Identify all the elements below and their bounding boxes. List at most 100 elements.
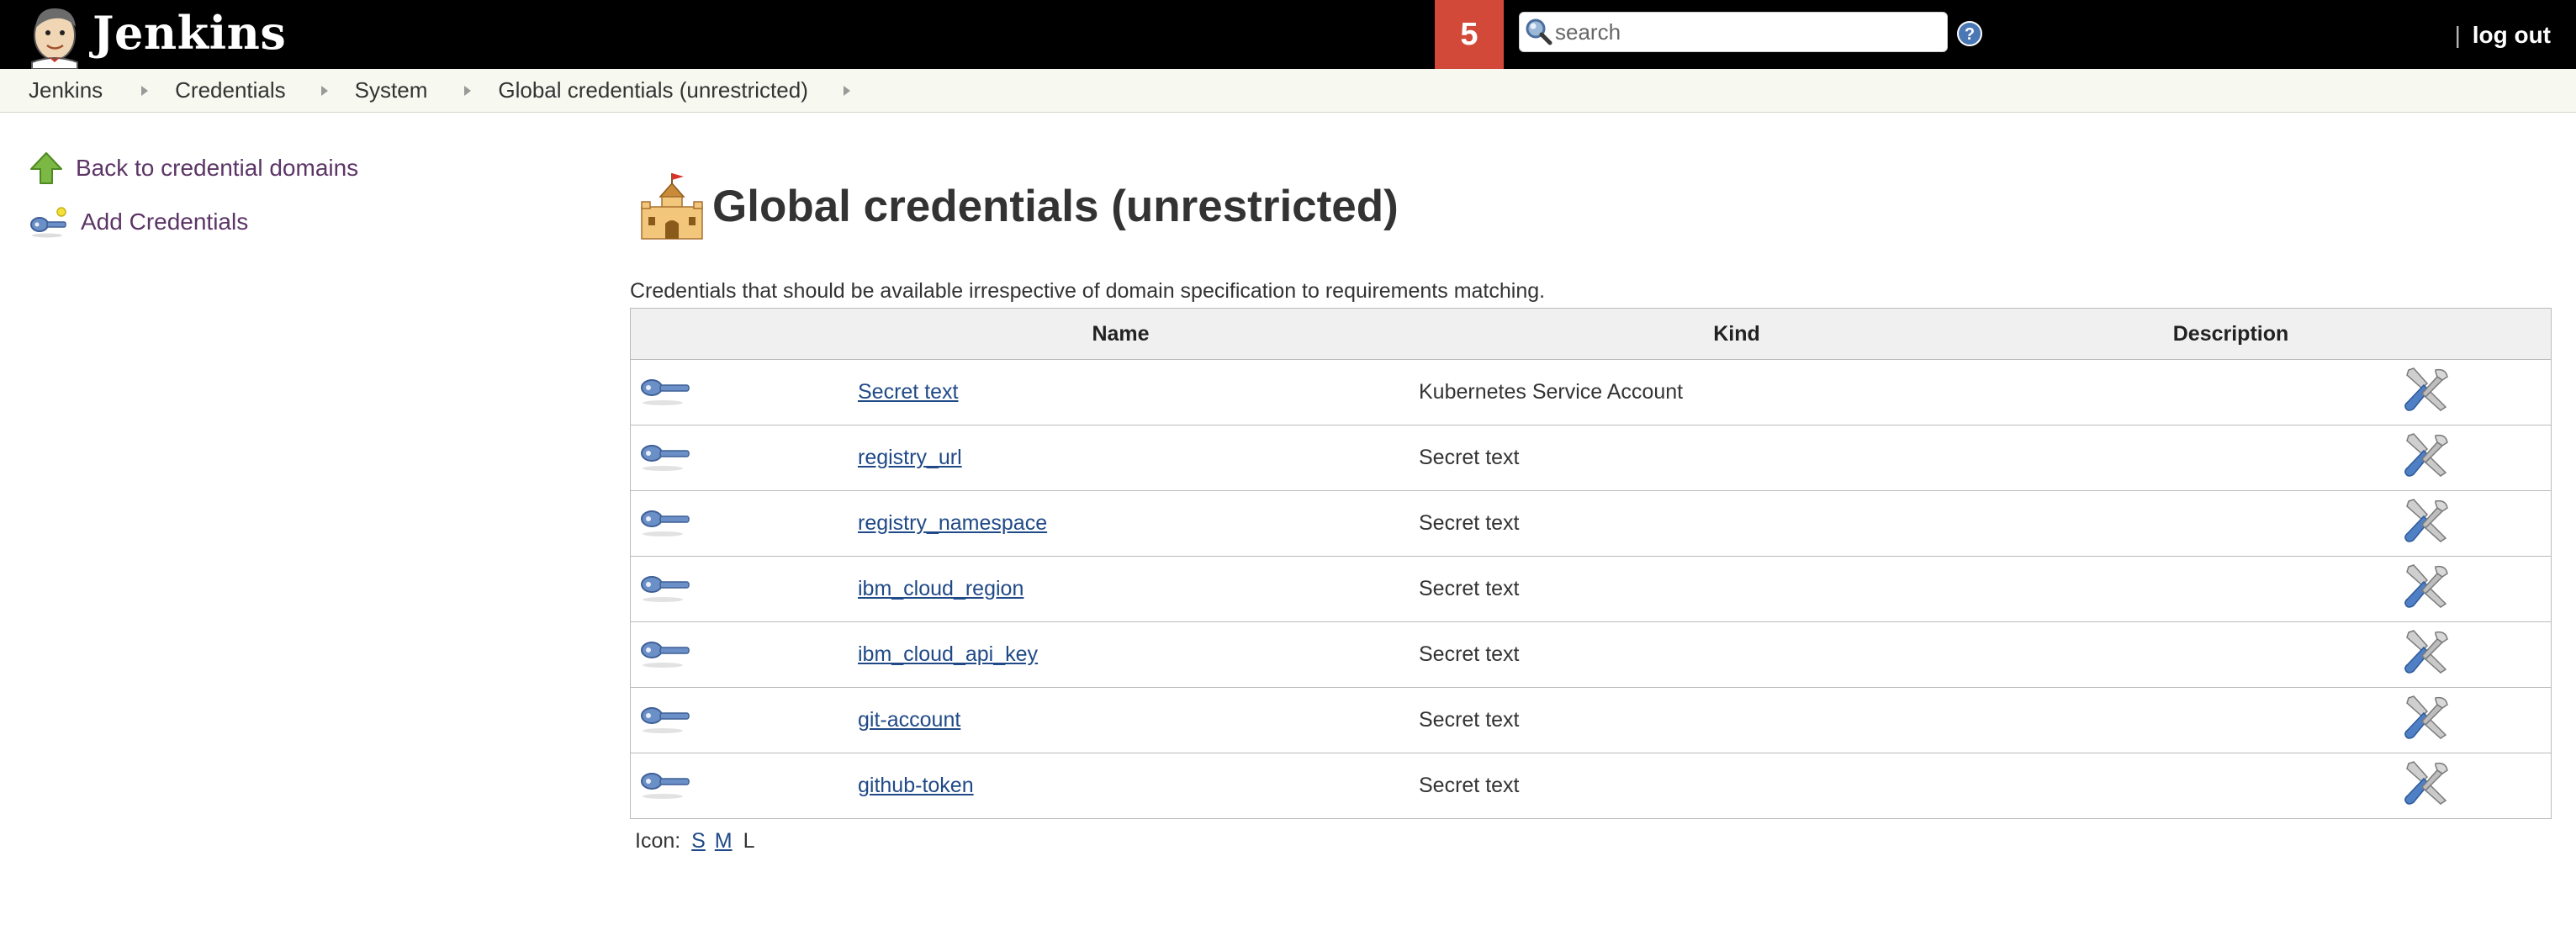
- add-credentials-link[interactable]: Add Credentials: [81, 209, 248, 235]
- credential-actions-cell: [2388, 556, 2552, 622]
- key-icon: [641, 379, 690, 405]
- breadcrumb-item-system[interactable]: System: [355, 77, 428, 103]
- page-description: Credentials that should be available irr…: [630, 279, 1546, 303]
- credential-kind-cell: Secret text: [1400, 621, 2073, 688]
- credential-type-cell: [630, 425, 841, 491]
- search-box: [1519, 12, 1948, 52]
- up-arrow-icon: [30, 152, 62, 184]
- credential-name-cell: registry_url: [841, 425, 1400, 491]
- key-icon: [641, 773, 690, 799]
- breadcrumb-item-global-credentials[interactable]: Global credentials (unrestricted): [498, 77, 808, 103]
- icon-size-medium-link[interactable]: M: [715, 829, 733, 853]
- page-header: Jenkins 5 ? | log out: [0, 0, 2576, 69]
- icon-size-small-link[interactable]: S: [691, 829, 706, 853]
- credential-name-link[interactable]: ibm_cloud_region: [858, 577, 1024, 600]
- credential-description-cell: [2073, 556, 2388, 622]
- breadcrumb: Jenkins Credentials System Global creden…: [0, 69, 2576, 113]
- configure-icon[interactable]: [2402, 693, 2451, 742]
- credential-actions-cell: [2388, 425, 2552, 491]
- credential-name-cell: git-account: [841, 687, 1400, 753]
- credential-name-link[interactable]: ibm_cloud_api_key: [858, 642, 1038, 666]
- app-name: Jenkins: [93, 6, 287, 60]
- column-header-description[interactable]: Description: [2073, 308, 2388, 360]
- table-row: github-token Secret text: [631, 753, 2552, 819]
- page-title-row: Global credentials (unrestricted): [638, 160, 2552, 252]
- table-row: ibm_cloud_api_key Secret text: [630, 621, 2552, 688]
- credential-kind-cell: Secret text: [1400, 490, 2073, 557]
- table-row: Secret text Kubernetes Service Account: [630, 359, 2552, 425]
- configure-icon[interactable]: [2402, 365, 2451, 414]
- user-area: | log out: [2455, 22, 2551, 49]
- jenkins-logo[interactable]: Jenkins: [25, 3, 286, 69]
- credential-type-cell: [630, 359, 841, 425]
- configure-icon[interactable]: [2402, 431, 2451, 479]
- credential-description-cell: [2073, 490, 2388, 557]
- credential-name-link[interactable]: github-token: [858, 774, 974, 797]
- credential-name-link[interactable]: git-account: [858, 708, 960, 732]
- key-icon: [641, 576, 690, 602]
- help-icon[interactable]: ?: [1956, 20, 1983, 51]
- table-header-row: Name Kind Description: [630, 308, 2552, 360]
- credential-actions-cell: [2388, 490, 2552, 557]
- main-panel: Global credentials (unrestricted) Creden…: [630, 160, 2552, 853]
- table-row: git-account Secret text: [630, 687, 2552, 753]
- credential-kind-cell: Secret text: [1400, 425, 2073, 491]
- configure-icon[interactable]: [2402, 496, 2451, 545]
- breadcrumb-chevron-icon[interactable]: [320, 85, 328, 96]
- credential-description-cell: [2073, 359, 2388, 425]
- configure-icon[interactable]: [2402, 758, 2451, 807]
- jenkins-butler-icon: [31, 8, 78, 69]
- icon-size-large-selected: L: [743, 829, 755, 853]
- credential-name-cell: ibm_cloud_api_key: [841, 621, 1400, 688]
- side-panel: Back to credential domains Add Credentia…: [29, 141, 567, 249]
- configure-icon[interactable]: [2402, 627, 2451, 676]
- key-icon: [641, 707, 690, 733]
- credential-type-cell: [630, 687, 841, 753]
- breadcrumb-item-credentials[interactable]: Credentials: [175, 77, 286, 103]
- breadcrumb-chevron-icon[interactable]: [141, 85, 149, 96]
- credential-name-link[interactable]: registry_url: [858, 446, 962, 469]
- credential-type-cell: [630, 490, 841, 557]
- credential-description-cell: [2073, 753, 2388, 819]
- table-row: ibm_cloud_region Secret text: [630, 556, 2552, 622]
- configure-icon[interactable]: [2402, 562, 2451, 610]
- key-icon: [641, 510, 690, 536]
- credential-actions-cell: [2388, 753, 2552, 819]
- page-title: Global credentials (unrestricted): [712, 181, 1399, 231]
- task-add-credentials[interactable]: Add Credentials: [29, 195, 567, 249]
- column-header-kind[interactable]: Kind: [1400, 308, 2073, 360]
- credential-actions-cell: [2388, 687, 2552, 753]
- logout-link[interactable]: log out: [2473, 22, 2551, 48]
- credential-name-link[interactable]: Secret text: [858, 380, 959, 404]
- credential-kind-cell: Kubernetes Service Account: [1400, 359, 2073, 425]
- credential-kind-cell: Secret text: [1400, 687, 2073, 753]
- credential-actions-cell: [2388, 621, 2552, 688]
- credential-kind-cell: Secret text: [1419, 774, 1520, 797]
- task-back-to-credential-domains[interactable]: Back to credential domains: [29, 141, 567, 195]
- breadcrumb-item-jenkins[interactable]: Jenkins: [29, 77, 103, 103]
- castle-icon: [641, 173, 703, 240]
- breadcrumb-chevron-icon[interactable]: [464, 85, 472, 96]
- credential-description-cell: [2073, 687, 2388, 753]
- svg-text:?: ?: [1965, 25, 1975, 44]
- column-header-name[interactable]: Name: [841, 308, 1400, 360]
- credential-description-cell: [2073, 425, 2388, 491]
- credential-kind-cell: Secret text: [1400, 556, 2073, 622]
- credential-name-cell: github-token: [841, 753, 1400, 819]
- credential-name-cell: Secret text: [841, 359, 1400, 425]
- credential-type-cell: [631, 753, 842, 819]
- credential-actions-cell: [2388, 359, 2552, 425]
- credentials-table: Name Kind Description Secret text Kubern…: [630, 308, 2552, 819]
- column-header-icon[interactable]: [630, 308, 841, 360]
- column-header-actions: [2388, 308, 2552, 360]
- search-icon: [1526, 18, 1552, 45]
- credential-name-link[interactable]: registry_namespace: [858, 511, 1047, 535]
- key-icon: [30, 207, 66, 238]
- back-to-credential-domains-link[interactable]: Back to credential domains: [76, 155, 358, 182]
- search-input[interactable]: [1555, 15, 1933, 49]
- breadcrumb-chevron-icon[interactable]: [843, 85, 850, 96]
- credential-name-cell: registry_namespace: [841, 490, 1400, 557]
- credential-type-cell: [630, 621, 841, 688]
- credential-name-cell: ibm_cloud_region: [841, 556, 1400, 622]
- notification-badge[interactable]: 5: [1435, 0, 1504, 69]
